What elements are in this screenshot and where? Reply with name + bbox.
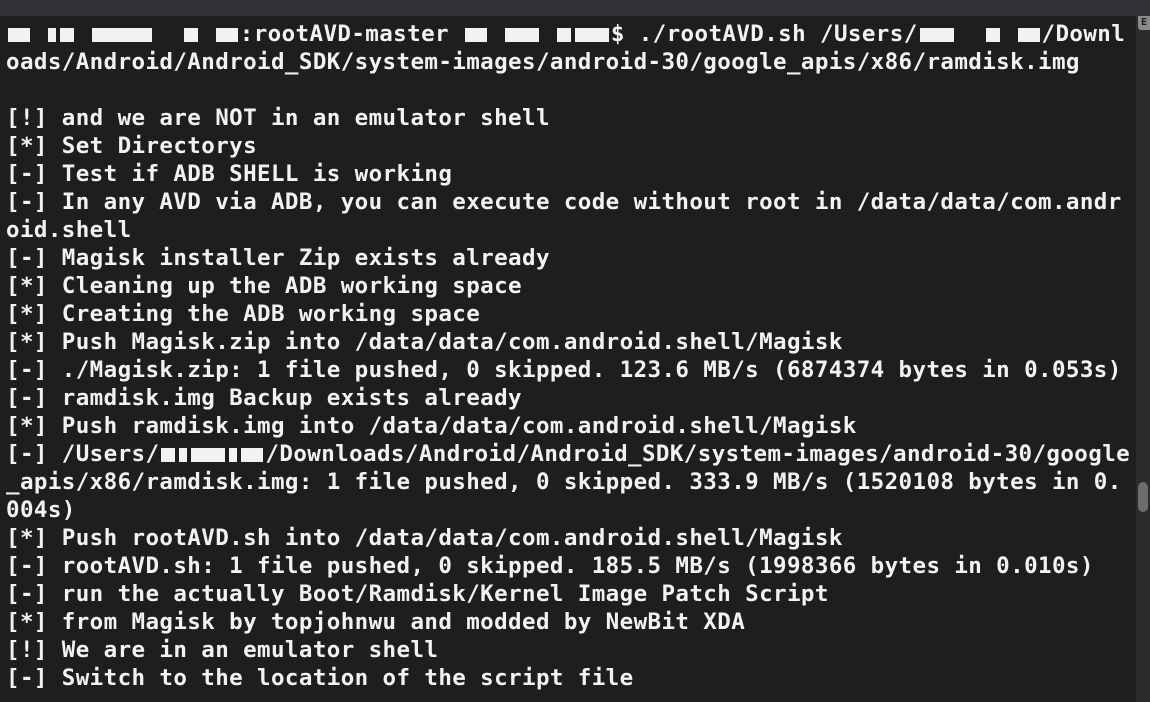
redacted-segment [92,28,152,42]
output-line: [-] In any AVD via ADB, you can execute … [6,189,1122,243]
terminal-pane[interactable]: :rootAVD-master $ ./rootAVD.sh /Users/ /… [0,16,1150,702]
output-line: [!] We are in an emulator shell [6,637,438,663]
output-line: [-] Switch to the location of the script… [6,665,634,691]
redacted-segment [575,28,609,42]
terminal-output: :rootAVD-master $ ./rootAVD.sh /Users/ /… [0,16,1138,692]
redacted-segment [986,28,1000,42]
scrollbar-thumb[interactable] [1138,482,1148,512]
redacted-segment [161,448,175,462]
output-line: [-] rootAVD.sh: 1 file pushed, 0 skipped… [6,553,1094,579]
redacted-segment [179,448,187,462]
output-line: [!] and we are NOT in an emulator shell [6,105,550,131]
prompt-dir: :rootAVD-master [240,21,463,47]
output-line: [-] Test if ADB SHELL is working [6,161,452,187]
output-line: [-] Magisk installer Zip exists already [6,245,550,271]
prompt-line: :rootAVD-master $ ./rootAVD.sh /Users/ /… [6,20,1132,76]
output-text: [-] /Users/ [6,441,159,467]
redacted-segment [465,28,487,42]
redacted-segment [60,28,74,42]
corner-badge: E [1138,16,1150,30]
prompt-symbol: $ [611,21,639,47]
output-line: [-] /Users//Downloads/Android/Android_SD… [6,441,1130,523]
redacted-segment [184,28,198,42]
output-line: [*] Push ramdisk.img into /data/data/com… [6,413,857,439]
output-line: [*] Set Directorys [6,133,257,159]
redacted-segment [920,28,954,42]
redacted-segment [557,28,571,42]
redacted-segment [191,448,225,462]
redacted-segment [229,448,237,462]
redacted-segment [48,28,56,42]
scrollbar-track[interactable] [1136,16,1150,702]
output-line: [*] Push Magisk.zip into /data/data/com.… [6,329,843,355]
output-line: [-] ./Magisk.zip: 1 file pushed, 0 skipp… [6,357,1122,383]
redacted-segment [1018,28,1040,42]
output-line: [-] ramdisk.img Backup exists already [6,385,522,411]
redacted-segment [505,28,539,42]
command-prefix: ./rootAVD.sh /Users/ [639,21,918,47]
output-line: [-] run the actually Boot/Ramdisk/Kernel… [6,581,829,607]
output-line: [*] Push rootAVD.sh into /data/data/com.… [6,525,843,551]
output-line: [*] from Magisk by topjohnwu and modded … [6,609,745,635]
redacted-segment [241,448,263,462]
output-line: [*] Cleaning up the ADB working space [6,273,522,299]
output-line: [*] Creating the ADB working space [6,301,480,327]
redacted-segment [8,28,30,42]
redacted-segment [216,28,238,42]
window-titlebar [0,0,1150,16]
